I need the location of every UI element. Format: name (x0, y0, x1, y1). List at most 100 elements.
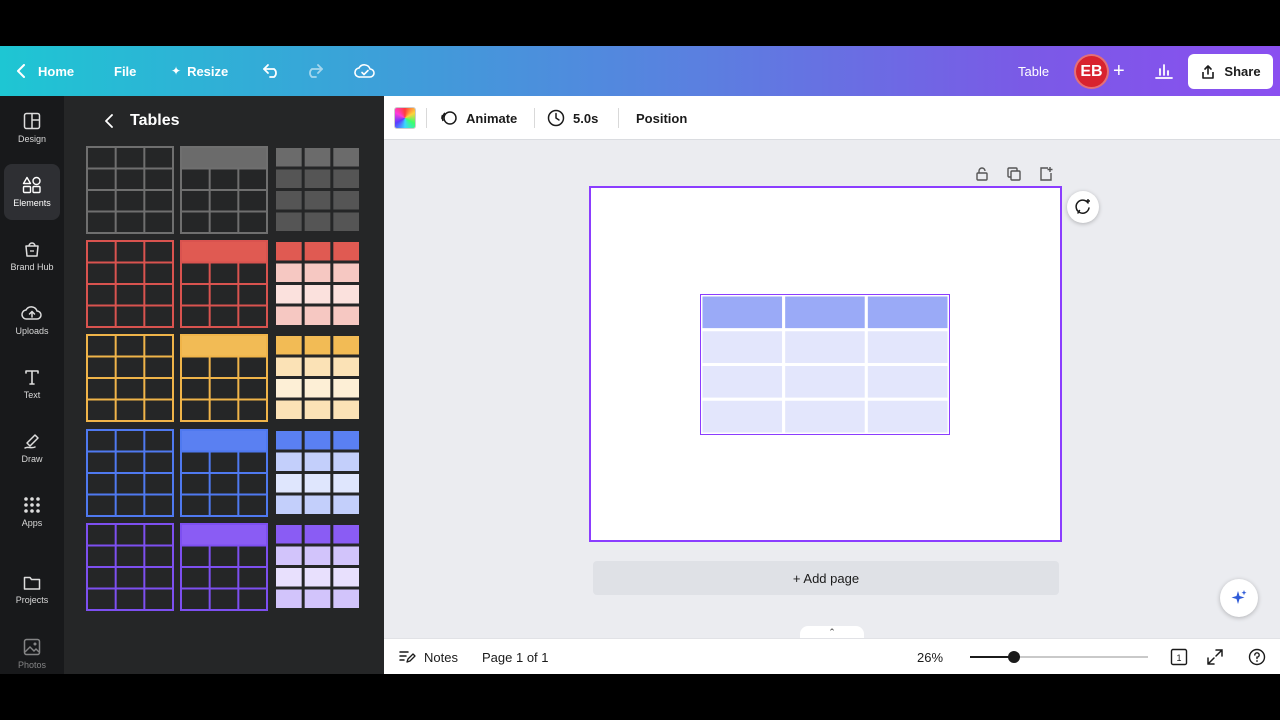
add-collaborator-button[interactable]: + (1113, 46, 1125, 96)
undo-button[interactable] (262, 46, 282, 96)
letterbox-top (0, 0, 1280, 46)
notes-label: Notes (424, 649, 458, 665)
table-cell[interactable] (782, 397, 868, 434)
table-header-cell[interactable] (701, 295, 786, 332)
rail-label: Photos (17, 660, 47, 670)
table-template-gray-1[interactable] (86, 146, 174, 234)
table-cell[interactable] (701, 363, 786, 401)
color-button[interactable] (394, 96, 416, 140)
file-label: File (114, 63, 137, 79)
table-template-yellow-2[interactable] (180, 334, 268, 422)
top-bar: Home File ✦ Resize Table EB + Share (0, 46, 1280, 96)
context-toolbar: Animate 5.0s Position (384, 96, 1280, 140)
draw-icon (24, 434, 39, 449)
table-header-cell[interactable] (864, 295, 949, 332)
duplicate-page-icon[interactable] (1006, 166, 1022, 182)
design-title-text: Table (1018, 63, 1050, 79)
rail-label: Brand Hub (10, 262, 54, 272)
comment-add-icon (1075, 199, 1090, 214)
table-template-graphic (276, 242, 359, 325)
plus-icon: + (1113, 59, 1125, 82)
zoom-slider[interactable] (970, 651, 1148, 663)
table-template-graphic (86, 523, 174, 611)
fullscreen-button[interactable] (1206, 639, 1224, 675)
table-template-graphic (86, 146, 174, 234)
design-title[interactable]: Table (1018, 46, 1049, 96)
rail-item-text[interactable]: Text (4, 356, 60, 412)
position-label: Position (636, 110, 688, 126)
table-cell[interactable] (864, 363, 949, 401)
redo-button[interactable] (304, 46, 324, 96)
table-template-gray-3[interactable] (274, 146, 362, 234)
table-cell[interactable] (701, 397, 786, 434)
avatar[interactable]: EB (1074, 54, 1109, 89)
table-cell[interactable] (864, 397, 949, 434)
table-template-purple-3[interactable] (274, 523, 362, 611)
table-template-yellow-1[interactable] (86, 334, 174, 422)
table-template-yellow-3[interactable] (274, 334, 362, 422)
notes-button[interactable]: Notes (398, 639, 458, 675)
resize-label: Resize (187, 63, 229, 79)
insights-button[interactable] (1154, 46, 1174, 96)
clock-icon (547, 109, 565, 127)
duration-button[interactable]: 5.0s (547, 96, 598, 140)
zoom-label: 26% (917, 649, 944, 665)
toolbar-divider (618, 108, 619, 128)
brand-hub-icon (25, 242, 39, 257)
rail-item-elements[interactable]: Elements (4, 164, 60, 220)
table-template-gray-2[interactable] (180, 146, 268, 234)
table-template-blue-1[interactable] (86, 429, 174, 517)
lock-icon[interactable] (974, 166, 990, 182)
table-template-graphic (180, 240, 268, 328)
rail-item-design[interactable]: Design (4, 100, 60, 156)
table-cell[interactable] (782, 328, 868, 366)
save-status-button[interactable] (354, 46, 376, 96)
rail-item-projects[interactable]: Projects (4, 562, 60, 618)
panel-header: Tables (104, 110, 180, 132)
comment-button[interactable] (1067, 191, 1099, 223)
table-template-red-3[interactable] (274, 240, 362, 328)
file-menu-button[interactable]: File (114, 46, 136, 96)
expand-icon (1207, 649, 1223, 665)
table-template-graphic (276, 148, 359, 231)
table-cell[interactable] (782, 363, 868, 401)
rail-label: Uploads (15, 326, 49, 336)
left-rail: Design Elements Brand Hub Uploads Text D… (0, 96, 64, 674)
table-cell[interactable] (701, 328, 786, 366)
rail-label: Projects (15, 595, 49, 605)
magic-assistant-button[interactable] (1220, 579, 1258, 617)
back-chevron-icon[interactable] (104, 114, 114, 128)
page-indicator[interactable]: Page 1 of 1 (482, 639, 549, 675)
home-button[interactable]: Home (16, 46, 74, 96)
table-template-red-2[interactable] (180, 240, 268, 328)
table-header-cell[interactable] (782, 295, 868, 332)
uploads-icon (21, 306, 42, 320)
page-count-button[interactable]: 1 (1169, 639, 1189, 675)
table-template-blue-3[interactable] (274, 429, 362, 517)
zoom-slider-thumb[interactable] (1008, 651, 1020, 663)
animate-button[interactable]: Animate (440, 96, 517, 140)
rail-label: Draw (21, 454, 43, 464)
zoom-percentage[interactable]: 26% (917, 639, 943, 675)
resize-button[interactable]: ✦ Resize (171, 46, 228, 96)
table-template-red-1[interactable] (86, 240, 174, 328)
table-cell[interactable] (864, 328, 949, 366)
show-pages-handle[interactable]: ⌃ (800, 626, 864, 638)
rail-item-brand-hub[interactable]: Brand Hub (4, 228, 60, 284)
table-template-purple-2[interactable] (180, 523, 268, 611)
editor-area: Animate 5.0s Position + Add page ⌃ Notes (384, 96, 1280, 674)
table-element[interactable] (700, 294, 950, 435)
help-button[interactable] (1248, 639, 1266, 675)
photos-icon (23, 638, 41, 656)
table-template-purple-1[interactable] (86, 523, 174, 611)
rail-item-apps[interactable]: Apps (4, 484, 60, 540)
table-template-blue-2[interactable] (180, 429, 268, 517)
rail-item-draw[interactable]: Draw (4, 420, 60, 476)
rail-item-uploads[interactable]: Uploads (4, 292, 60, 348)
position-button[interactable]: Position (636, 96, 687, 140)
add-page-icon[interactable] (1038, 166, 1054, 182)
table-template-graphic (276, 525, 359, 608)
add-page-button[interactable]: + Add page (593, 561, 1059, 595)
redo-icon (309, 64, 323, 78)
share-button[interactable]: Share (1188, 54, 1273, 89)
